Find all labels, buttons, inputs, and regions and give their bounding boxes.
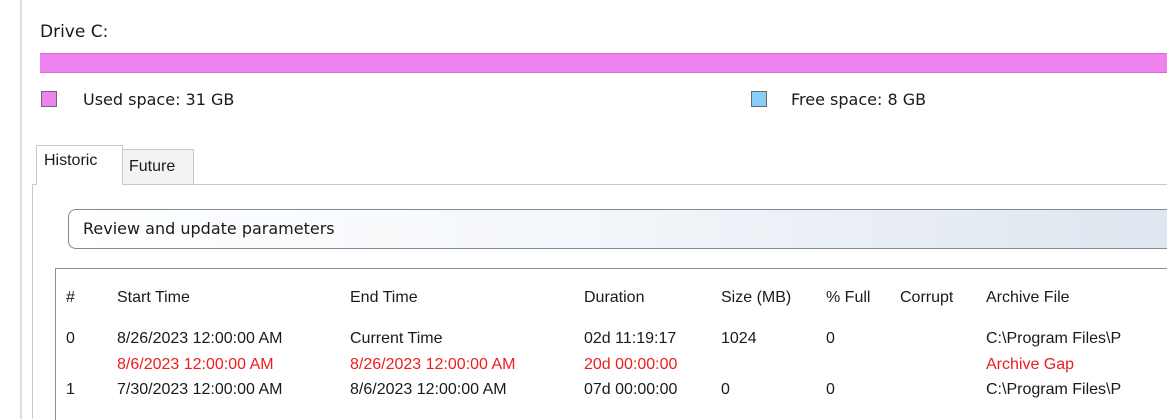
column-header-size[interactable]: Size (MB) (721, 289, 791, 307)
column-header-start-time[interactable]: Start Time (117, 289, 190, 307)
table-cell-archive-file[interactable]: C:\Program Files\P (986, 381, 1167, 399)
table-cell-percent-full[interactable]: 0 (826, 330, 835, 348)
table-cell-start-time[interactable]: 8/26/2023 12:00:00 AM (117, 330, 282, 348)
table-cell-percent-full[interactable]: 0 (826, 381, 835, 399)
tab-future[interactable]: Future (121, 149, 194, 184)
column-header-duration[interactable]: Duration (584, 289, 644, 307)
table-cell-archive-file[interactable]: C:\Program Files\P (986, 330, 1167, 348)
table-cell-end-time[interactable]: 8/6/2023 12:00:00 AM (350, 381, 507, 399)
used-space-label: Used space: 31 GB (83, 90, 235, 109)
column-header-number[interactable]: # (66, 289, 75, 307)
table-cell-start-time[interactable]: 8/6/2023 12:00:00 AM (117, 356, 274, 374)
review-parameters-button[interactable]: Review and update parameters (68, 209, 1167, 249)
table-cell-number[interactable]: 1 (66, 381, 75, 399)
table-cell-duration[interactable]: 07d 00:00:00 (584, 381, 677, 399)
column-header-corrupt[interactable]: Corrupt (900, 289, 953, 307)
table-cell-duration[interactable]: 02d 11:19:17 (584, 330, 676, 348)
free-space-label: Free space: 8 GB (791, 90, 927, 109)
column-header-archive-file[interactable]: Archive File (986, 289, 1167, 307)
table-cell-number[interactable]: 0 (66, 330, 75, 348)
table-cell-end-time[interactable]: 8/26/2023 12:00:00 AM (350, 356, 515, 374)
table-cell-start-time[interactable]: 7/30/2023 12:00:00 AM (117, 381, 282, 399)
column-header-percent-full[interactable]: % Full (826, 289, 870, 307)
used-space-swatch (41, 91, 57, 107)
table-cell-duration[interactable]: 20d 00:00:00 (584, 356, 677, 374)
table-cell-size[interactable]: 1024 (721, 330, 757, 348)
disk-usage-bar (40, 53, 1167, 73)
window-left-border (20, 0, 22, 419)
table-cell-end-time[interactable]: Current Time (350, 330, 442, 348)
table-cell-archive-file[interactable]: Archive Gap (986, 356, 1167, 374)
drive-label: Drive C: (40, 22, 109, 42)
tab-historic[interactable]: Historic (36, 145, 123, 185)
table-cell-size[interactable]: 0 (721, 381, 730, 399)
column-header-end-time[interactable]: End Time (350, 289, 418, 307)
free-space-swatch (751, 91, 767, 107)
